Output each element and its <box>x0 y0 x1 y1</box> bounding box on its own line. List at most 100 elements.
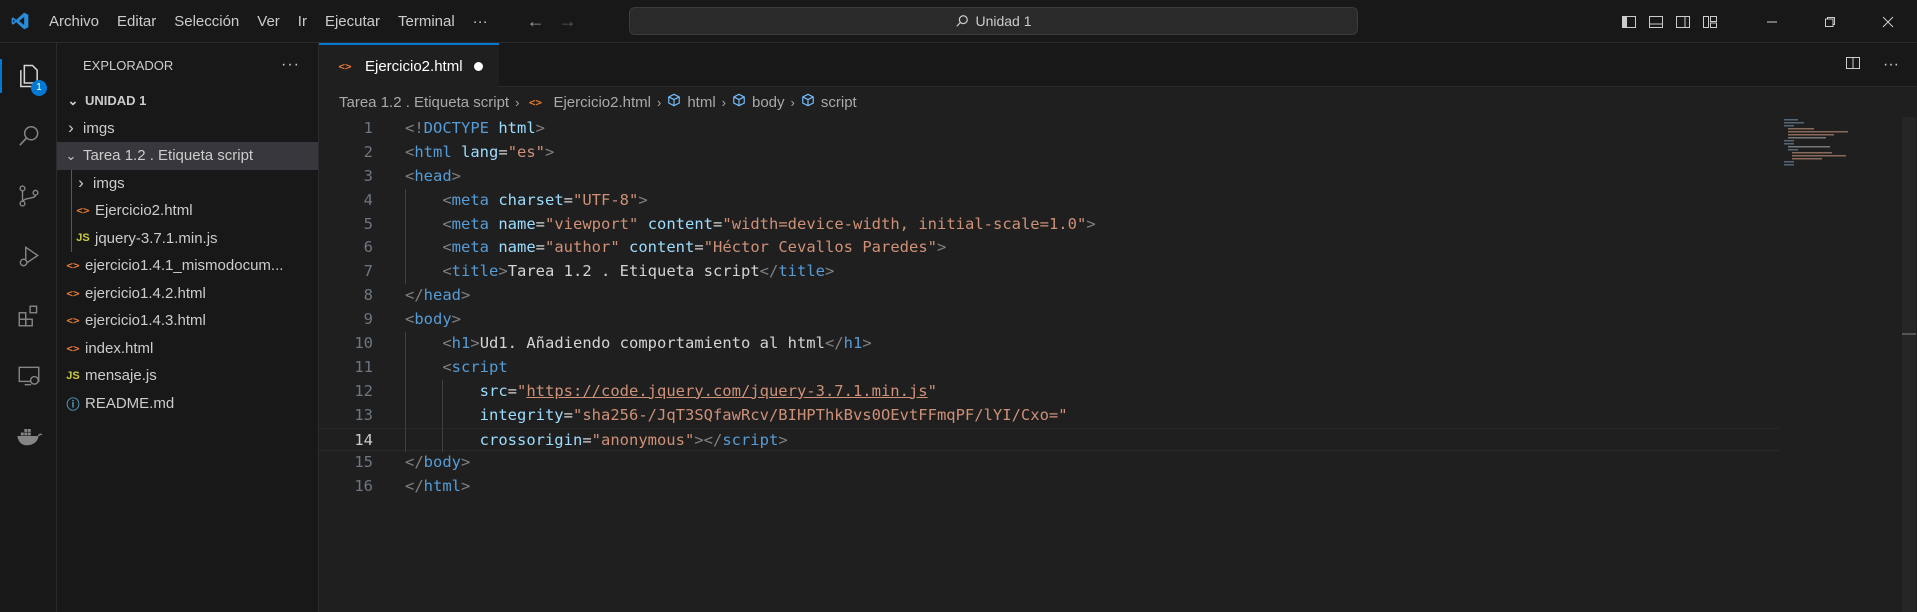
breadcrumb-item[interactable]: html <box>687 94 715 111</box>
folder-item[interactable]: ⌄ Tarea 1.2 . Etiqueta script <box>57 142 318 170</box>
menu-item-5[interactable]: Ejecutar <box>316 0 389 43</box>
tab-label: Ejercicio2.html <box>365 57 463 75</box>
remote-explorer-icon[interactable] <box>0 351 57 401</box>
title-actions <box>1615 0 1917 43</box>
explorer-icon[interactable]: 1 <box>0 51 57 101</box>
source-control-icon[interactable] <box>0 171 57 221</box>
code-line[interactable]: 11 <script <box>319 356 1917 380</box>
command-center-label: Unidad 1 <box>975 13 1032 29</box>
html-file-icon: <> <box>66 314 80 328</box>
code-line[interactable]: 10 <h1>Ud1. Añadiendo comportamiento al … <box>319 332 1917 356</box>
tree-item-label: Tarea 1.2 . Etiqueta script <box>83 147 254 165</box>
minimap[interactable] <box>1780 117 1880 177</box>
chevron-right-icon: › <box>656 94 662 110</box>
unsaved-dot-icon[interactable] <box>474 61 483 71</box>
code-line[interactable]: 4 <meta charset="UTF-8"> <box>319 189 1917 213</box>
code-line[interactable]: 2 <html lang="es"> <box>319 141 1917 165</box>
folder-item[interactable]: › imgs <box>57 115 318 143</box>
workspace-root[interactable]: ⌄ UNIDAD 1 <box>57 87 318 115</box>
command-center-search[interactable]: Unidad 1 <box>629 7 1358 35</box>
menu-item-1[interactable]: Editar <box>108 0 165 43</box>
file-item[interactable]: <> index.html <box>57 335 318 363</box>
code-line[interactable]: 1 <!DOCTYPE html> <box>319 117 1917 141</box>
split-editor-icon[interactable] <box>1845 55 1861 75</box>
menu-item-2[interactable]: Selección <box>165 0 248 43</box>
line-number: 6 <box>363 238 373 257</box>
more-actions-icon[interactable]: ··· <box>1883 56 1899 74</box>
toggle-secondary-sidebar-icon[interactable] <box>1669 0 1696 43</box>
code-line[interactable]: 12 src="https://code.jquery.com/jquery-3… <box>319 380 1917 404</box>
tree-item-label: ejercicio1.4.2.html <box>85 284 206 302</box>
line-number: 2 <box>363 142 373 161</box>
extensions-icon[interactable] <box>0 291 57 341</box>
forward-arrow-icon[interactable]: → <box>559 11 577 32</box>
explorer-badge: 1 <box>31 80 47 96</box>
code-text: <meta name="author" content="Héctor Ceva… <box>442 238 947 257</box>
code-line[interactable]: 5 <meta name="viewport" content="width=d… <box>319 213 1917 237</box>
line-number: 5 <box>363 214 373 233</box>
menu-item-7[interactable]: ··· <box>464 0 497 43</box>
js-file-icon: JS <box>76 232 90 245</box>
line-number: 12 <box>354 381 373 400</box>
customize-layout-icon[interactable] <box>1696 0 1723 43</box>
code-line[interactable]: 3 <head> <box>319 165 1917 189</box>
code-line[interactable]: 15 </body> <box>319 451 1917 475</box>
tree-item-label: imgs <box>93 174 125 192</box>
file-item[interactable]: <> ejercicio1.4.2.html <box>57 280 318 308</box>
back-arrow-icon[interactable]: ← <box>527 11 545 32</box>
code-line[interactable]: 6 <meta name="author" content="Héctor Ce… <box>319 236 1917 260</box>
file-item[interactable]: <> ejercicio1.4.3.html <box>57 307 318 335</box>
file-item[interactable]: JS jquery-3.7.1.min.js <box>57 224 318 252</box>
search-icon[interactable] <box>0 111 57 161</box>
code-line[interactable]: 9 <body> <box>319 308 1917 332</box>
code-text: </head> <box>405 286 471 305</box>
sidebar-header: EXPLORADOR ··· <box>57 43 318 87</box>
restore-icon[interactable] <box>1801 0 1859 43</box>
close-icon[interactable] <box>1859 0 1917 43</box>
workspace-root-label: UNIDAD 1 <box>85 93 147 109</box>
search-icon <box>956 15 969 27</box>
chevron-right-icon: › <box>68 118 74 138</box>
menu-bar: Archivo Editar Selección Ver Ir Ejecutar Termi… <box>40 0 497 43</box>
code-line[interactable]: 14 crossorigin="anonymous"></script> <box>319 427 1780 452</box>
code-text: <html lang="es"> <box>405 142 555 161</box>
code-line[interactable]: 8 </head> <box>319 284 1917 308</box>
title-bar: Archivo Editar Selección Ver Ir Ejecutar Termi… <box>0 0 1917 43</box>
breadcrumb-item[interactable]: Ejercicio2.html <box>553 94 651 111</box>
tree-item-label: Ejercicio2.html <box>95 202 193 220</box>
breadcrumb-item[interactable]: script <box>821 94 857 111</box>
menu-item-6[interactable]: Terminal <box>389 0 464 43</box>
tab-ejercicio2-html[interactable]: <> Ejercicio2.html <box>319 43 499 87</box>
breadcrumb-item[interactable]: body <box>752 94 785 111</box>
folder-item[interactable]: › imgs <box>57 169 318 197</box>
minimize-icon[interactable] <box>1743 0 1801 43</box>
menu-item-4[interactable]: Ir <box>289 0 316 43</box>
file-item[interactable]: <> Ejercicio2.html <box>57 197 318 225</box>
docker-icon[interactable] <box>0 411 57 461</box>
tree-item-label: ejercicio1.4.1_mismodocum... <box>85 257 284 275</box>
line-number: 11 <box>354 357 373 376</box>
explorer-sidebar: EXPLORADOR ··· ⌄ UNIDAD 1 › imgs ⌄ Tarea 1.… <box>57 43 319 612</box>
code-text: <meta charset="UTF-8"> <box>442 190 648 209</box>
code-line[interactable]: 7 <title>Tarea 1.2 . Etiqueta script</ti… <box>319 260 1917 284</box>
navigation-arrows: ← → <box>527 11 577 32</box>
more-actions-icon[interactable]: ··· <box>281 56 300 74</box>
scrollbar-cursor-marker <box>1902 333 1916 335</box>
html-file-icon: <> <box>66 259 80 273</box>
run-debug-icon[interactable] <box>0 231 57 281</box>
line-number: 1 <box>363 119 373 137</box>
file-item[interactable]: <> ejercicio1.4.1_mismodocum... <box>57 252 318 280</box>
file-item[interactable]: JS mensaje.js <box>57 362 318 390</box>
toggle-primary-sidebar-icon[interactable] <box>1615 0 1642 43</box>
code-text: crossorigin="anonymous"></script> <box>479 430 788 449</box>
toggle-panel-icon[interactable] <box>1642 0 1669 43</box>
code-line[interactable]: 13 integrity="sha256-/JqT3SQfawRcv/BIHPT… <box>319 404 1917 428</box>
menu-item-3[interactable]: Ver <box>248 0 289 43</box>
chevron-right-icon: › <box>790 94 795 110</box>
file-item[interactable]: ⓘ README.md <box>57 390 318 418</box>
menu-item-0[interactable]: Archivo <box>40 0 108 43</box>
code-editor[interactable]: 1 <!DOCTYPE html> 2 <html lang="es"> 3 <head>… <box>319 117 1917 499</box>
breadcrumb-item[interactable]: Tarea 1.2 . Etiqueta script <box>339 94 509 111</box>
code-line[interactable]: 16 </html> <box>319 475 1917 499</box>
vertical-scrollbar[interactable] <box>1902 117 1916 612</box>
